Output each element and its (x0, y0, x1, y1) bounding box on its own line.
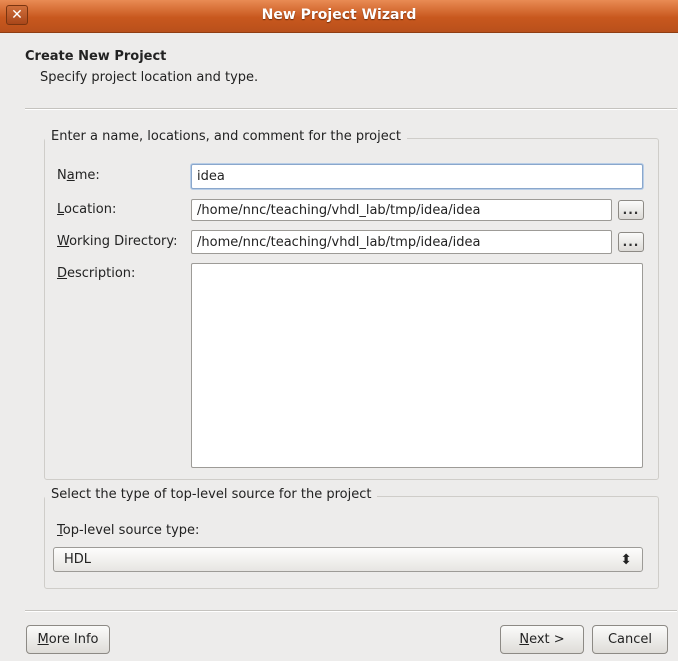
updown-arrows-icon: ⬍ (620, 551, 632, 568)
window-title: New Project Wizard (261, 7, 417, 23)
description-label: Description: (57, 266, 136, 281)
working-directory-input[interactable] (191, 230, 612, 254)
source-type-select[interactable]: HDL ⬍ (53, 547, 643, 572)
name-input[interactable] (191, 164, 643, 189)
name-label: Name: (57, 168, 100, 183)
page-title: Create New Project (25, 49, 167, 64)
source-type-label: Top-level source type: (57, 523, 200, 538)
location-label: Location: (57, 202, 117, 217)
source-type-group-frame (44, 496, 659, 589)
cancel-button[interactable]: Cancel (592, 625, 668, 654)
source-type-group-legend: Select the type of top-level source for … (45, 487, 378, 502)
header-divider (25, 108, 677, 110)
description-textarea[interactable] (191, 263, 643, 468)
working-directory-label: Working Directory: (57, 234, 178, 249)
location-browse-button[interactable]: ... (618, 200, 644, 220)
footer-divider (25, 610, 677, 612)
next-button[interactable]: Next > (500, 625, 584, 654)
window-titlebar: ✕ New Project Wizard (0, 0, 678, 33)
project-group-legend: Enter a name, locations, and comment for… (45, 129, 407, 144)
source-type-value: HDL (64, 552, 92, 567)
working-directory-browse-button[interactable]: ... (618, 232, 644, 252)
location-input[interactable] (191, 199, 612, 221)
page-subtitle: Specify project location and type. (40, 70, 259, 85)
more-info-button[interactable]: More Info (26, 625, 110, 654)
